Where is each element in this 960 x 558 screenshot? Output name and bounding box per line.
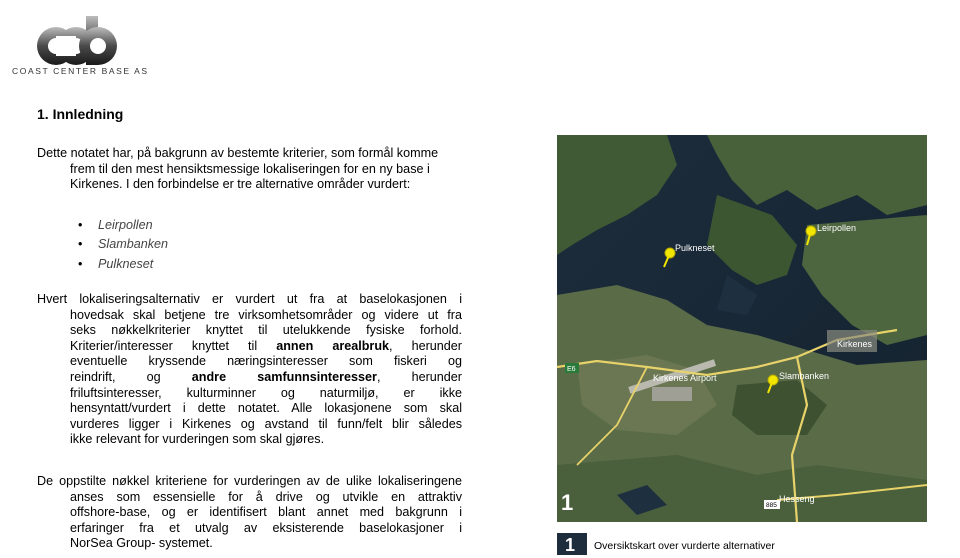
text-line: ikke relevant for vurderingen som skal g… (70, 432, 325, 447)
text-line: offshore-base, og er identifisert blant … (70, 505, 462, 520)
text-line: hovedsak skal betjene tre virksomhetsomr… (70, 307, 462, 322)
text-line: vurderes ligger i Kirkenes og avstand ti… (70, 416, 462, 431)
alternatives-list: • Leirpollen • Slambanken • Pulkneset (78, 215, 168, 274)
map-label-leirpollen: Leirpollen (817, 223, 856, 233)
figure-number-text: 1 (565, 535, 575, 555)
overview-map: Pulkneset Leirpollen Kirkenes Kirkenes A… (557, 135, 927, 522)
text-line: reindrift, og andre samfunnsinteresser, … (70, 369, 462, 384)
text-line: erfaringer fra et utvalg av eksisterende… (70, 520, 462, 535)
emphasis-text: andre samfunnsinteresser (191, 369, 377, 384)
map-label-hesseng: Hesseng (779, 494, 815, 504)
text-line: Kriterier/interesser knyttet til annen a… (70, 338, 462, 353)
criteria-paragraph: Hvert lokaliseringsalternativ er vurdert… (37, 292, 462, 448)
criteria-basis-paragraph: De oppstilte nøkkel kriteriene for vurde… (37, 474, 462, 552)
text-line: friluftsinteresser, kulturminner og natu… (70, 385, 462, 400)
map-label-kirkenes: Kirkenes (837, 339, 873, 349)
map-label-slambanken: Slambanken (779, 371, 829, 381)
text-line: De oppstilte nøkkel kriteriene for vurde… (37, 474, 462, 488)
text-line: hensyntatt/vurdert i dette notatet. Alle… (70, 401, 462, 416)
text-line: Hvert lokaliseringsalternativ er vurdert… (37, 292, 462, 306)
text-line: anses som essensielle for å drive og utv… (70, 489, 462, 504)
road-sign-e6-label: E6 (567, 366, 576, 373)
figure-number-badge: 1 (557, 533, 587, 555)
bullet-icon: • (78, 217, 83, 232)
list-item: • Slambanken (78, 235, 168, 255)
emphasis-text: annen arealbruk (276, 338, 390, 353)
road-sign-885-label: 885 (766, 502, 777, 509)
map-label-pulkneset: Pulkneset (675, 243, 715, 253)
text-line: Kirkenes. I den forbindelse er tre alter… (70, 177, 411, 192)
map-figure-number: 1 (561, 490, 573, 515)
list-item-label: Leirpollen (98, 217, 153, 232)
bullet-icon: • (78, 256, 83, 271)
intro-paragraph: Dette notatet har, på bakgrunn av bestem… (37, 146, 467, 193)
list-item: • Pulkneset (78, 254, 168, 274)
text-line: seks nøkkelkriterier knyttet til utelukk… (70, 323, 462, 338)
text-line: frem til den mest hensiktsmessige lokali… (70, 161, 430, 176)
list-item: • Leirpollen (78, 215, 168, 235)
list-item-label: Pulkneset (98, 256, 154, 271)
text-line: NorSea Group- systemet. (70, 536, 213, 551)
section-heading: 1. Innledning (37, 106, 124, 122)
text-line: eventuelle kryssende næringsinteresser s… (70, 354, 462, 369)
text-line: Dette notatet har, på bakgrunn av bestem… (37, 146, 439, 160)
map-label-airport: Kirkenes Airport (653, 373, 717, 383)
bullet-icon: • (78, 237, 83, 252)
logo-tagline: COAST CENTER BASE AS (12, 66, 149, 76)
list-item-label: Slambanken (98, 237, 169, 252)
figure-caption: Oversiktskart over vurderte alternativer (594, 540, 775, 552)
